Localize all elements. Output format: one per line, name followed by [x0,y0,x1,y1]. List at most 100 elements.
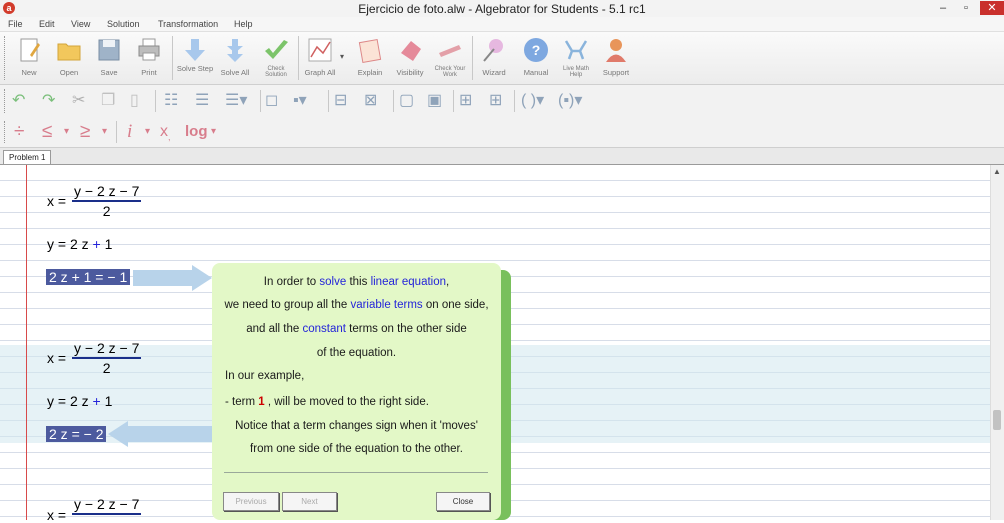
toolbar-grip[interactable] [4,89,8,113]
double-arrow-down-icon [222,37,248,63]
log-button[interactable]: log [185,120,208,144]
previous-button[interactable]: Previous [223,492,279,511]
vertical-scrollbar[interactable] [990,165,1004,520]
fraction-bar [72,513,142,515]
minimize-button[interactable]: – [932,1,954,15]
popup-line-7: Notice that a term changes sign when it … [235,420,478,432]
redo-icon[interactable]: ↷ [42,91,55,111]
arrow-down-icon [182,37,208,63]
menu-edit[interactable]: Edit [39,17,55,31]
imaginary-unit-icon[interactable]: i [127,120,132,144]
explain-button[interactable]: Explain [350,34,390,82]
matrix-icon[interactable]: ⊞ [459,91,472,111]
solve-all-button[interactable]: Solve All [215,34,255,82]
eq1-denominator: 2 [102,203,111,219]
main-toolbar: New Open Save Print Solve Step Solve All… [0,32,1004,85]
toolbar-grip[interactable] [4,36,8,80]
open-button[interactable]: Open [49,34,89,82]
solve-step-button[interactable]: Solve Step [175,34,215,82]
eq7-fraction[interactable]: y − 2 z − 7 [72,496,142,516]
menu-solution[interactable]: Solution [107,17,140,31]
eq6-highlighted[interactable]: 2 z = − 2 [46,426,107,442]
toolbar-grip[interactable] [4,121,8,143]
less-equal-dropdown-icon[interactable]: ▾ [64,120,69,144]
link-variable-terms[interactable]: variable terms [350,299,422,311]
frame-icon[interactable]: ▢ [399,91,414,111]
pencil-check-icon [437,37,463,63]
toolbar-separator [472,36,473,80]
popup-line-4: of the equation. [316,347,397,359]
wizard-wand-icon [481,37,507,63]
menu-bar: File Edit View Solution Transformation H… [0,17,1004,32]
menu-file[interactable]: File [8,17,23,31]
arrow-right-icon [192,265,212,291]
next-button[interactable]: Next [282,492,337,511]
manual-button[interactable]: ? Manual [516,34,556,82]
scroll-up-arrow-icon[interactable]: ▲ [990,166,1004,178]
log-dropdown-icon[interactable]: ▾ [211,120,216,144]
eq1-fraction[interactable]: y − 2 z − 7 2 [72,183,142,219]
live-math-help-button[interactable]: Live Math Help [556,34,596,82]
fraction-layout-icon[interactable]: ⊟ [334,91,347,111]
check-solution-button[interactable]: Check Solution [256,34,296,82]
link-solve[interactable]: solve [319,276,346,288]
link-linear-equation[interactable]: linear equation [371,276,446,288]
graph-all-button[interactable]: Graph All [300,34,340,82]
svg-text:?: ? [532,42,541,58]
matrix-alt-icon[interactable]: ⊞ [489,91,502,111]
check-your-work-button[interactable]: Check Your Work [430,34,470,82]
subscript-icon[interactable]: x, [160,120,171,149]
eq4-fraction[interactable]: y − 2 z − 7 2 [72,340,142,376]
link-constant[interactable]: constant [302,323,345,335]
menu-help[interactable]: Help [234,17,253,31]
greater-equal-dropdown-icon[interactable]: ▾ [102,120,107,144]
box-icon[interactable]: ◻ [265,91,278,111]
title-bar: a Ejercicio de foto.alw - Algebrator for… [0,0,1004,18]
popup-line-2: we need to group all the variable terms … [224,299,489,311]
parentheses-box-icon[interactable]: (▪)▾ [558,91,582,111]
parentheses-icon[interactable]: ( )▾ [521,91,544,111]
align-center-icon[interactable]: ☰ [195,91,209,111]
menu-transformation[interactable]: Transformation [158,17,218,31]
less-equal-icon[interactable]: ≤ [42,120,52,144]
align-options-icon[interactable]: ☰▾ [225,91,247,111]
copy-icon[interactable]: ❐ [101,91,115,111]
support-person-icon [603,37,629,63]
tab-strip: Problem 1 [0,148,1004,165]
folder-icon [56,37,82,63]
eq2[interactable]: y = 2 z + 1 [47,236,112,252]
tab-problem-1[interactable]: Problem 1 [3,150,52,164]
new-button[interactable]: New [9,34,49,82]
eraser-icon [397,37,423,63]
cut-icon[interactable]: ✂ [72,91,85,111]
save-button[interactable]: Save [89,34,129,82]
popup-divider [224,472,488,473]
maximize-button[interactable]: ▫ [955,1,977,15]
scrollbar-thumb[interactable] [993,410,1001,430]
imaginary-dropdown-icon[interactable]: ▾ [145,120,150,144]
menu-view[interactable]: View [71,17,90,31]
wizard-button[interactable]: Wizard [474,34,514,82]
support-button[interactable]: Support [596,34,636,82]
close-popup-button[interactable]: Close [436,492,490,511]
explain-icon [357,37,383,63]
divide-icon[interactable]: ÷ [14,120,24,144]
printer-icon [136,37,162,63]
eq3-highlighted[interactable]: 2 z + 1 = − 1 [46,269,131,285]
visibility-button[interactable]: Visibility [390,34,430,82]
popup-line-8: from one side of the equation to the oth… [250,443,463,455]
frame-filled-icon[interactable]: ▣ [427,91,442,111]
close-window-button[interactable]: ✕ [980,1,1004,15]
popup-line-1: In order to solve this linear equation, [263,276,450,288]
graph-dropdown-icon[interactable]: ▾ [340,52,344,61]
print-button[interactable]: Print [129,34,169,82]
paste-icon[interactable]: ▯ [130,91,139,111]
undo-icon[interactable]: ↶ [12,91,25,111]
toolbar-separator [298,36,299,80]
greater-equal-icon[interactable]: ≥ [80,120,90,144]
fraction-layout-alt-icon[interactable]: ⊠ [364,91,377,111]
eq4-lhs: x = [47,350,67,366]
box-options-icon[interactable]: ▪▾ [293,91,307,111]
eq5[interactable]: y = 2 z + 1 [47,393,112,409]
align-left-icon[interactable]: ☷ [164,91,178,111]
